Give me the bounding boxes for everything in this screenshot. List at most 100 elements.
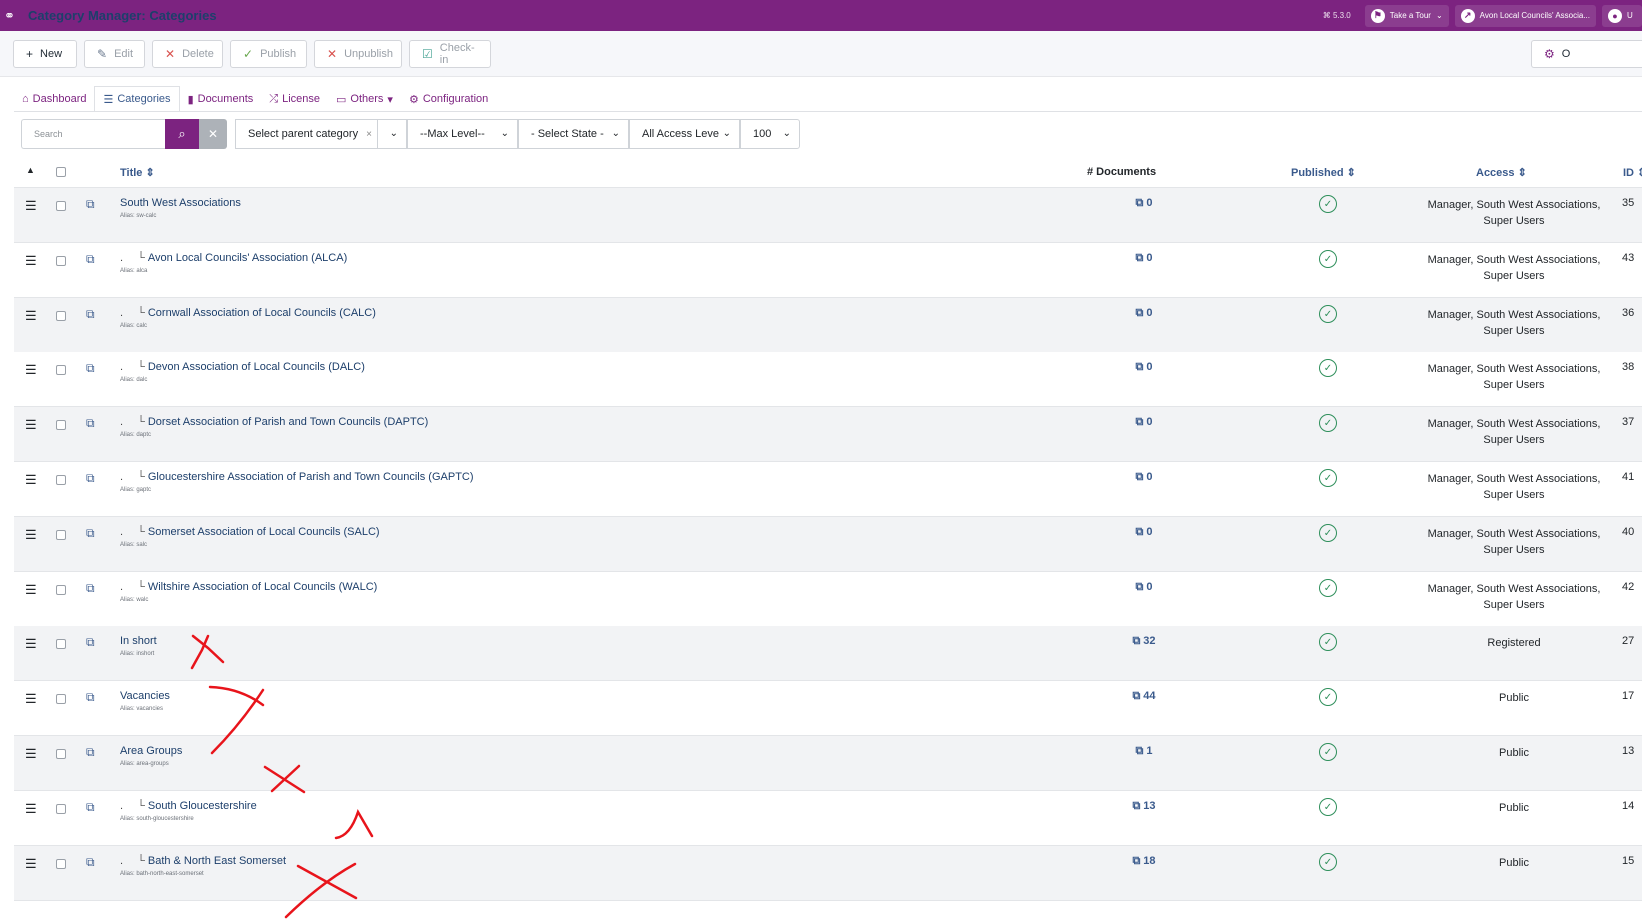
drag-handle-icon[interactable]: ☰ [25,362,37,378]
category-title-link[interactable]: . └ Gloucestershire Association of Parish … [120,471,474,483]
row-checkbox[interactable] [56,311,66,321]
tab-others[interactable]: ▭ Others ▾ [328,86,401,112]
user-menu-button[interactable]: ● U [1602,4,1642,27]
joomla-logo-icon[interactable]: ⚭ [4,8,24,24]
published-toggle[interactable]: ✓ [1319,305,1337,323]
delete-button[interactable]: ✕ Delete [152,40,223,68]
publish-button[interactable]: ✓ Publish [230,40,307,68]
drag-handle-icon[interactable]: ☰ [25,582,37,598]
row-checkbox[interactable] [56,256,66,266]
parent-category-select[interactable]: Select parent category × ⌄ [235,119,407,149]
title-column-header[interactable]: Title ⇕ [120,166,155,179]
row-checkbox[interactable] [56,201,66,211]
clear-search-button[interactable]: ✕ [199,119,227,149]
published-toggle[interactable]: ✓ [1319,579,1337,597]
external-link-icon[interactable]: ⧉ [86,471,95,486]
row-checkbox[interactable] [56,585,66,595]
list-limit-select[interactable]: 100 ⌄ [740,119,800,149]
category-title-link[interactable]: . └ Somerset Association of Local Councils… [120,526,380,538]
tab-documents[interactable]: ▮ Documents [180,86,262,112]
external-link-icon[interactable]: ⧉ [86,800,95,815]
documents-count-link[interactable]: ⧉ 13 [1104,800,1184,813]
tab-configuration[interactable]: ⚙ Configuration [401,86,496,112]
ordering-sort-icon[interactable]: ▲ [26,165,35,175]
category-title-link[interactable]: . └ Wiltshire Association of Local Council… [120,581,377,593]
edit-button[interactable]: ✎ Edit [84,40,145,68]
published-toggle[interactable]: ✓ [1319,853,1337,871]
search-input[interactable]: Search [21,119,165,149]
documents-count-link[interactable]: ⧉ 44 [1104,690,1184,703]
external-link-icon[interactable]: ⧉ [86,635,95,650]
published-toggle[interactable]: ✓ [1319,798,1337,816]
category-title-link[interactable]: In short [120,635,157,647]
published-toggle[interactable]: ✓ [1319,688,1337,706]
row-checkbox[interactable] [56,804,66,814]
row-checkbox[interactable] [56,365,66,375]
category-title-link[interactable]: Area Groups [120,745,182,757]
max-level-select[interactable]: --Max Level-- ⌄ [407,119,518,149]
category-title-link[interactable]: South West Associations [120,197,241,209]
published-toggle[interactable]: ✓ [1319,469,1337,487]
documents-count-link[interactable]: ⧉ 0 [1104,252,1184,265]
row-checkbox[interactable] [56,694,66,704]
published-toggle[interactable]: ✓ [1319,195,1337,213]
clear-selection-icon[interactable]: × [366,129,372,140]
published-toggle[interactable]: ✓ [1319,524,1337,542]
drag-handle-icon[interactable]: ☰ [25,308,37,324]
drag-handle-icon[interactable]: ☰ [25,527,37,543]
documents-count-link[interactable]: ⧉ 0 [1104,526,1184,539]
documents-count-link[interactable]: ⧉ 0 [1104,361,1184,374]
tab-dashboard[interactable]: ⌂ Dashboard [14,86,94,112]
category-title-link[interactable]: . └ South Gloucestershire [120,800,257,812]
drag-handle-icon[interactable]: ☰ [25,417,37,433]
tab-license[interactable]: ⤮ License [261,86,328,112]
documents-count-link[interactable]: ⧉ 0 [1104,581,1184,594]
tab-categories[interactable]: ☰ Categories [94,86,180,112]
external-link-icon[interactable]: ⧉ [86,745,95,760]
category-title-link[interactable]: . └ Devon Association of Local Councils (D… [120,361,365,373]
take-tour-button[interactable]: ⚑ Take a Tour ⌄ [1364,4,1449,27]
row-checkbox[interactable] [56,639,66,649]
documents-count-link[interactable]: ⧉ 0 [1104,197,1184,210]
documents-count-link[interactable]: ⧉ 0 [1104,416,1184,429]
published-toggle[interactable]: ✓ [1319,414,1337,432]
unpublish-button[interactable]: ✕ Unpublish [314,40,402,68]
row-checkbox[interactable] [56,859,66,869]
search-button[interactable]: ⌕ [165,119,199,149]
published-toggle[interactable]: ✓ [1319,743,1337,761]
row-checkbox[interactable] [56,530,66,540]
options-button[interactable]: ⚙ O [1531,40,1642,68]
documents-count-link[interactable]: ⧉ 0 [1104,471,1184,484]
drag-handle-icon[interactable]: ☰ [25,472,37,488]
external-link-icon[interactable]: ⧉ [86,197,95,212]
drag-handle-icon[interactable]: ☰ [25,198,37,214]
published-toggle[interactable]: ✓ [1319,250,1337,268]
drag-handle-icon[interactable]: ☰ [25,746,37,762]
access-column-header[interactable]: Access ⇕ [1476,166,1527,179]
drag-handle-icon[interactable]: ☰ [25,636,37,652]
documents-count-link[interactable]: ⧉ 18 [1104,855,1184,868]
row-checkbox[interactable] [56,475,66,485]
documents-count-link[interactable]: ⧉ 32 [1104,635,1184,648]
site-link-button[interactable]: ↗ Avon Local Councils' Associa... [1454,4,1596,27]
documents-count-link[interactable]: ⧉ 0 [1104,307,1184,320]
external-link-icon[interactable]: ⧉ [86,690,95,705]
published-column-header[interactable]: Published ⇕ [1291,166,1356,179]
external-link-icon[interactable]: ⧉ [86,307,95,322]
row-checkbox[interactable] [56,749,66,759]
category-title-link[interactable]: . └ Cornwall Association of Local Councils… [120,307,376,319]
new-button[interactable]: + New [13,40,77,68]
state-select[interactable]: - Select State - ⌄ [518,119,629,149]
access-select[interactable]: All Access Leve ⌄ [629,119,740,149]
published-toggle[interactable]: ✓ [1319,359,1337,377]
external-link-icon[interactable]: ⧉ [86,416,95,431]
external-link-icon[interactable]: ⧉ [86,526,95,541]
checkin-button[interactable]: ☑ Check-in [409,40,491,68]
published-toggle[interactable]: ✓ [1319,633,1337,651]
drag-handle-icon[interactable]: ☰ [25,253,37,269]
select-all-checkbox[interactable] [56,167,66,177]
category-title-link[interactable]: . └ Dorset Association of Parish and Town … [120,416,428,428]
category-title-link[interactable]: Vacancies [120,690,170,702]
category-title-link[interactable]: . └ Avon Local Councils' Association (ALCA… [120,252,347,264]
documents-count-link[interactable]: ⧉ 1 [1104,745,1184,758]
